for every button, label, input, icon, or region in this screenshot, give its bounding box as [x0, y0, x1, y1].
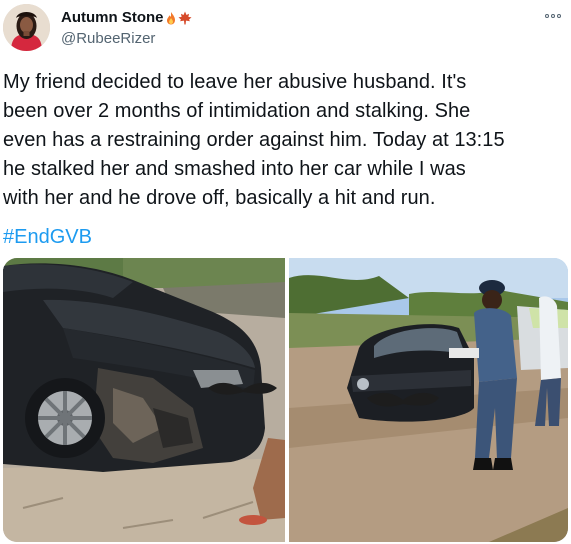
tweet-text-line: My friend decided to leave her abusive h… — [3, 71, 467, 93]
fire-icon — [166, 11, 176, 25]
photo-police-scene[interactable] — [289, 258, 568, 542]
display-name[interactable]: Autumn Stone — [61, 9, 164, 26]
tweet-text-line: been over 2 months of intimidation and s… — [3, 100, 471, 122]
photo-damaged-car[interactable] — [3, 258, 285, 542]
tweet-text: My friend decided to leave her abusive h… — [3, 68, 568, 213]
tweet: Autumn Stone @RubeeRizer My friend decid… — [0, 0, 571, 544]
tweet-text-line: even has a restraining order against him… — [3, 129, 505, 151]
police-scene-image-icon — [289, 258, 568, 542]
media-grid — [3, 258, 568, 542]
author-handle[interactable]: @RubeeRizer — [61, 30, 155, 47]
avatar[interactable] — [3, 4, 50, 51]
profile-photo-icon — [3, 4, 50, 51]
damaged-car-image-icon — [3, 258, 285, 542]
hashtag-link[interactable]: #EndGVB — [3, 223, 92, 252]
more-icon[interactable] — [541, 10, 565, 22]
maple-leaf-icon — [178, 11, 192, 25]
tweet-text-line: with her and he drove off, basically a h… — [3, 187, 436, 209]
tweet-text-line: he stalked her and smashed into her car … — [3, 158, 466, 180]
author-name-row[interactable]: Autumn Stone — [61, 9, 192, 26]
